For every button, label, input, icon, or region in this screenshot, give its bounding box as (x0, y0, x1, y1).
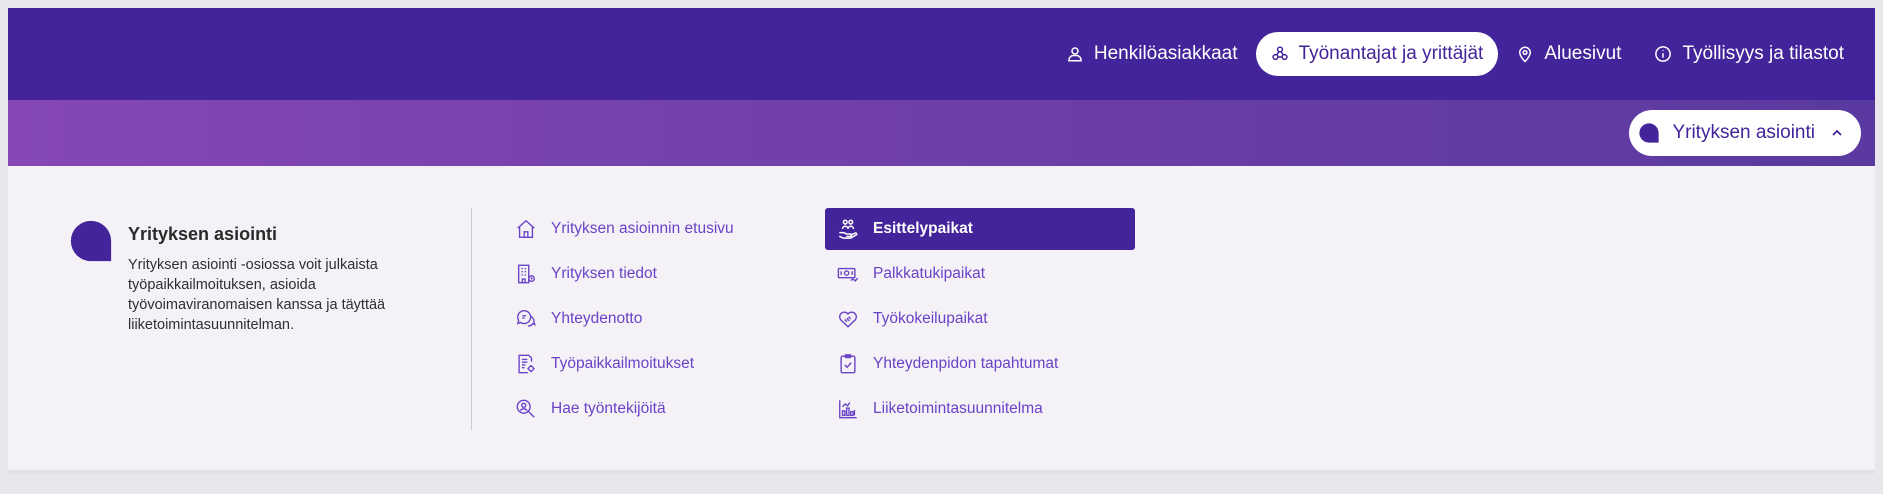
menu-link-yhteydenpidon-tapahtumat[interactable]: Yhteydenpidon tapahtumat (825, 343, 1135, 385)
chevron-up-icon (1832, 129, 1842, 136)
network-icon (1271, 46, 1288, 61)
section-band: Yrityksen asiointi (8, 100, 1875, 166)
section-menu-panel: Yrityksen asiointi Yrityksen asiointi -o… (8, 166, 1875, 474)
menu-column-1: Yrityksen asioinnin etusivu Yrityksen ti… (503, 208, 813, 433)
menu-link-label: Työpaikkailmoitukset (551, 355, 695, 372)
person-icon (1068, 47, 1082, 62)
menu-link-label: Yhteydenpidon tapahtumat (873, 355, 1059, 372)
menu-link-hae-tyontekijoita[interactable]: Hae työntekijöitä (503, 388, 813, 430)
building-icon (517, 264, 535, 284)
page-frame: Henkilöasiakkaat Työnantajat ja yrittäjä… (8, 8, 1875, 474)
menu-link-tyokokeilupaikat[interactable]: Työkokeilupaikat (825, 298, 1135, 340)
menu-link-label: Yrityksen tiedot (551, 265, 657, 282)
top-navigation: Henkilöasiakkaat Työnantajat ja yrittäjä… (8, 8, 1875, 100)
menu-link-esittelypaikat[interactable]: Esittelypaikat (825, 208, 1135, 250)
menu-link-palkkatukipaikat[interactable]: Palkkatukipaikat (825, 253, 1135, 295)
clipboard-check-icon (840, 354, 856, 374)
menu-link-label: Yrityksen asioinnin etusivu (551, 220, 734, 237)
menu-link-label: Hae työntekijöitä (551, 400, 666, 417)
handshake-heart-icon (838, 311, 858, 328)
panel-bottom-border (8, 470, 1875, 474)
nav-item-label: Työllisyys ja tilastot (1682, 43, 1844, 64)
nav-item-tyonantajat[interactable]: Työnantajat ja yrittäjät (1255, 32, 1499, 76)
menu-link-label: Työkokeilupaikat (873, 310, 988, 327)
money-icon (837, 267, 859, 282)
nav-item-label: Aluesivut (1544, 43, 1622, 64)
menu-link-liiketoimintasuunnitelma[interactable]: Liiketoimintasuunnitelma (825, 388, 1135, 430)
menu-divider (471, 208, 472, 430)
nav-item-aluesivut[interactable]: Aluesivut (1501, 32, 1636, 76)
location-pin-icon (1519, 46, 1532, 63)
speech-bubble-icon (1639, 123, 1660, 143)
menu-link-etusivu[interactable]: Yrityksen asioinnin etusivu (503, 208, 813, 250)
section-intro-title: Yrityksen asiointi (128, 224, 278, 244)
home-icon (517, 219, 535, 238)
nav-item-label: Työnantajat ja yrittäjät (1298, 43, 1484, 64)
section-intro-text: Yrityksen asiointi -osiossa voit julkais… (128, 257, 386, 333)
nav-item-henkiloasiakkaat[interactable]: Henkilöasiakkaat (1051, 32, 1253, 76)
menu-link-label: Esittelypaikat (873, 220, 973, 237)
menu-link-label: Liiketoimintasuunnitelma (873, 400, 1043, 417)
speech-bubble-icon (70, 220, 112, 262)
document-gear-icon (518, 354, 535, 374)
menu-link-tyopaikkailmoitukset[interactable]: Työpaikkailmoitukset (503, 343, 813, 385)
section-intro-body: Yrityksen asiointi Yrityksen asiointi -o… (128, 218, 408, 335)
chat-bubbles-icon (516, 310, 536, 327)
section-intro: Yrityksen asiointi Yrityksen asiointi -o… (68, 218, 408, 335)
bar-chart-icon (839, 400, 857, 419)
hand-people-icon (838, 219, 858, 239)
section-toggle-button[interactable]: Yrityksen asiointi (1629, 110, 1861, 156)
info-icon (1655, 46, 1672, 62)
nav-item-label: Henkilöasiakkaat (1093, 43, 1238, 64)
menu-column-2: Esittelypaikat Palkkatukipaikat Työkokei… (825, 208, 1135, 433)
menu-link-label: Palkkatukipaikat (873, 265, 986, 282)
person-search-icon (516, 399, 535, 418)
menu-link-yrityksen-tiedot[interactable]: Yrityksen tiedot (503, 253, 813, 295)
nav-item-tyollisyys[interactable]: Työllisyys ja tilastot (1639, 32, 1859, 76)
menu-link-label: Yhteydenotto (551, 310, 643, 327)
menu-link-yhteydenotto[interactable]: Yhteydenotto (503, 298, 813, 340)
section-toggle-label: Yrityksen asiointi (1672, 122, 1815, 143)
